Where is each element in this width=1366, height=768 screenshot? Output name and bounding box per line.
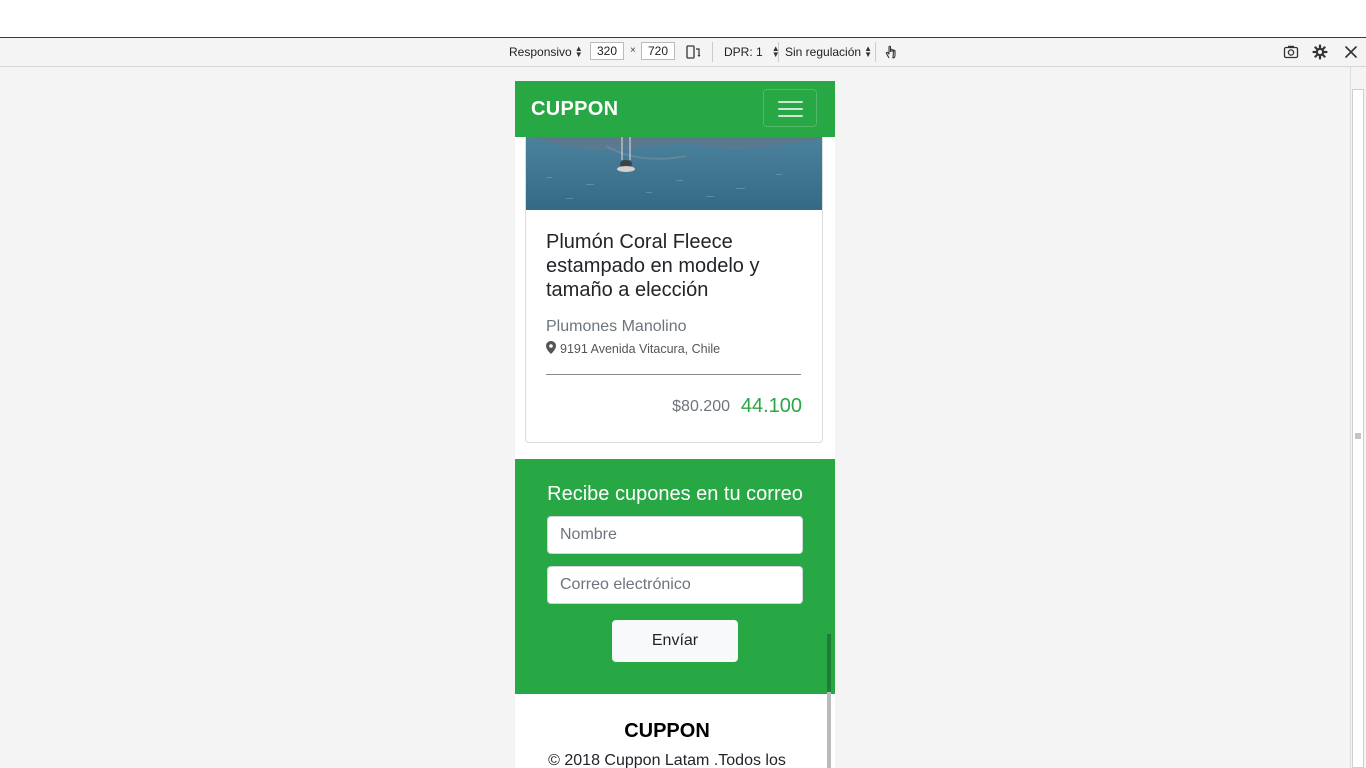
device-viewport: Plumón Coral Fleece estampado en modelo … — [515, 81, 835, 768]
browser-top-area — [0, 0, 1366, 38]
hamburger-icon — [778, 108, 803, 110]
dpr-label: DPR: 1 — [724, 45, 763, 59]
footer-copyright: © 2018 Cuppon Latam .Todos los — [548, 752, 786, 768]
touch-icon[interactable] — [883, 44, 899, 60]
card-address: 9191 Avenida Vitacura, Chile — [560, 342, 721, 356]
viewport-scrollbar-thumb[interactable] — [827, 634, 831, 692]
footer-brand: CUPPON — [624, 720, 710, 742]
newsletter-section: Recibe cupones en tu correo Envíar — [515, 459, 835, 694]
name-input[interactable] — [547, 516, 803, 554]
site-footer: CUPPON © 2018 Cuppon Latam .Todos los — [515, 694, 835, 768]
viewport-height-input[interactable] — [641, 42, 675, 60]
toolbar-divider — [712, 42, 713, 62]
card-merchant: Plumones Manolino — [546, 318, 687, 335]
dimension-separator: × — [630, 45, 636, 56]
card-divider — [546, 374, 801, 375]
email-input[interactable] — [547, 566, 803, 604]
hamburger-icon — [778, 101, 803, 103]
select-arrows-icon: ▲ ▼ — [864, 44, 872, 59]
toolbar-divider — [875, 42, 876, 62]
discount-price: 44.100 — [740, 395, 802, 417]
rotate-icon[interactable] — [685, 44, 701, 60]
map-marker-icon — [546, 341, 556, 357]
close-icon[interactable] — [1343, 44, 1359, 60]
network-throttle-select[interactable]: Sin regulación ▲ ▼ — [785, 44, 872, 60]
navbar-toggler-button[interactable] — [763, 89, 817, 127]
navbar-brand[interactable]: CUPPON — [531, 98, 618, 121]
grip-icon — [1355, 433, 1361, 439]
original-price: $80.200 — [672, 398, 730, 415]
hamburger-icon — [778, 115, 803, 117]
settings-icon[interactable] — [1312, 44, 1328, 60]
site-navbar: CUPPON — [515, 81, 835, 137]
dpr-select[interactable]: DPR: 1 ▲ ▼ — [724, 44, 780, 60]
coupon-card[interactable]: Plumón Coral Fleece estampado en modelo … — [525, 121, 823, 443]
viewport-width-input[interactable] — [590, 42, 624, 60]
responsive-toolbar: Responsivo ▲▼ × DPR: 1 ▲▼ Sin regulación… — [0, 38, 1366, 67]
select-arrows-icon: ▲ ▼ — [574, 44, 583, 59]
page-scrollbar-thumb[interactable] — [1352, 89, 1364, 768]
device-preset-select[interactable]: Responsivo ▲ ▼ — [509, 44, 583, 60]
card-title[interactable]: Plumón Coral Fleece estampado en modelo … — [546, 230, 786, 302]
newsletter-title: Recibe cupones en tu correo — [547, 483, 803, 505]
card-address-row: 9191 Avenida Vitacura, Chile — [546, 341, 720, 357]
device-preset-label: Responsivo — [509, 45, 572, 59]
screenshot-icon[interactable] — [1283, 44, 1299, 60]
submit-button[interactable]: Envíar — [612, 620, 738, 662]
throttle-label: Sin regulación — [785, 45, 862, 59]
toolbar-divider — [778, 42, 779, 62]
